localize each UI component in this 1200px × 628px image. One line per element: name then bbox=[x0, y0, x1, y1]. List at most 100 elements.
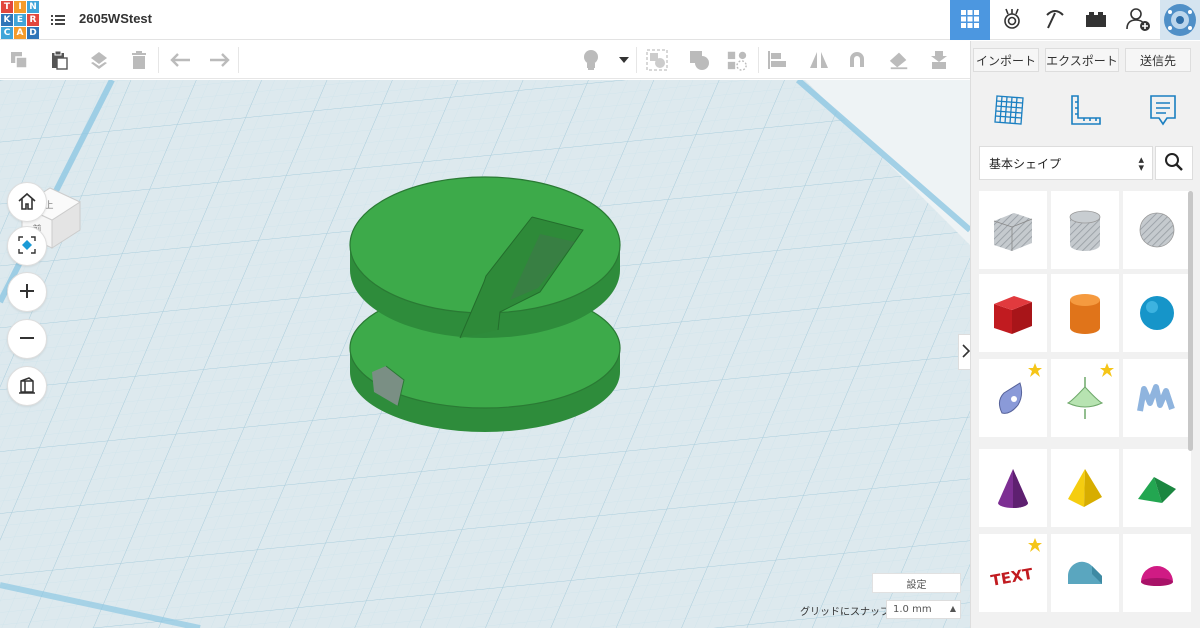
search-icon bbox=[1164, 152, 1184, 175]
logo-letter: T bbox=[1, 1, 13, 13]
drop-icon[interactable] bbox=[928, 49, 950, 71]
group-icon[interactable] bbox=[646, 49, 668, 71]
send-to-button[interactable]: 送信先 bbox=[1125, 48, 1191, 72]
panel-tabs bbox=[971, 81, 1200, 141]
duplicate-icon[interactable] bbox=[88, 49, 110, 71]
bricks-icon bbox=[1084, 9, 1108, 32]
logo-letter: A bbox=[14, 27, 26, 39]
ungroup-icon[interactable] bbox=[688, 49, 710, 71]
shape-text-squiggle[interactable] bbox=[1123, 359, 1191, 437]
redo-icon[interactable] bbox=[208, 49, 230, 71]
light-bulb-icon[interactable] bbox=[580, 49, 602, 71]
shape-category-select[interactable]: 基本シェイプ ▴ ▾ bbox=[979, 146, 1153, 180]
toolbar-divider bbox=[758, 47, 759, 73]
logo-letter: D bbox=[27, 27, 39, 39]
tab-notes[interactable] bbox=[1143, 91, 1183, 131]
featured-star-icon bbox=[1100, 363, 1114, 380]
fit-view-button[interactable] bbox=[7, 226, 47, 266]
shape-text[interactable]: TEXT bbox=[979, 534, 1047, 612]
perspective-button[interactable] bbox=[7, 366, 47, 406]
toolbar-divider bbox=[238, 47, 239, 73]
featured-star-icon bbox=[1028, 363, 1042, 380]
circuits-button[interactable] bbox=[992, 0, 1032, 40]
align-icon[interactable] bbox=[766, 49, 788, 71]
add-user-icon bbox=[1125, 6, 1151, 35]
ruler-tab-icon bbox=[1068, 92, 1104, 131]
import-button[interactable]: インポート bbox=[973, 48, 1039, 72]
home-view-button[interactable] bbox=[7, 182, 47, 222]
featured-star-icon bbox=[1028, 538, 1042, 555]
logo-letter: C bbox=[1, 27, 13, 39]
notes-tab-icon bbox=[1147, 92, 1179, 131]
shape-sphere-hole[interactable] bbox=[1123, 191, 1191, 269]
gallery-icon bbox=[1000, 7, 1024, 34]
shape-half-sphere[interactable] bbox=[1123, 534, 1191, 612]
shape-category-label: 基本シェイプ bbox=[989, 156, 1062, 171]
pickaxe-icon bbox=[1043, 7, 1067, 34]
shape-box-hole[interactable] bbox=[979, 191, 1047, 269]
select-arrows-icon: ▴ ▾ bbox=[1138, 153, 1144, 174]
snap-grid-value: 1.0 mm bbox=[893, 604, 932, 615]
logo-letter: R bbox=[27, 14, 39, 26]
zoom-out-button[interactable] bbox=[7, 319, 47, 359]
logo-letter: N bbox=[27, 1, 39, 13]
dropdown-caret-icon[interactable] bbox=[614, 49, 634, 71]
3d-design-view-button[interactable] bbox=[950, 0, 990, 40]
shape-cylinder[interactable] bbox=[1051, 274, 1119, 352]
shape-polygon-turned[interactable] bbox=[1051, 359, 1119, 437]
shape-half-cylinder[interactable] bbox=[1051, 534, 1119, 612]
shape-pyramid[interactable] bbox=[1051, 449, 1119, 527]
zoom-out-icon bbox=[18, 329, 36, 350]
shape-box[interactable] bbox=[979, 274, 1047, 352]
fit-view-icon bbox=[17, 235, 37, 258]
settings-button[interactable]: 設定 bbox=[872, 573, 961, 593]
top-bar: T I N K E R C A D 2605WStest bbox=[0, 0, 1200, 40]
spool-model[interactable] bbox=[349, 176, 621, 432]
hide-icon[interactable] bbox=[726, 49, 748, 71]
logo-letter: E bbox=[14, 14, 26, 26]
shape-roof[interactable] bbox=[1123, 449, 1191, 527]
shape-sphere[interactable] bbox=[1123, 274, 1191, 352]
home-icon bbox=[17, 191, 37, 214]
tinkercad-logo[interactable]: T I N K E R C A D bbox=[0, 0, 39, 39]
copy-icon[interactable] bbox=[8, 49, 30, 71]
svg-text:TEXT: TEXT bbox=[989, 565, 1035, 590]
workplane-viewport[interactable]: 平面 上 前 bbox=[0, 80, 970, 628]
chevron-right-icon bbox=[962, 343, 971, 361]
delete-icon[interactable] bbox=[128, 49, 150, 71]
logo-letter: I bbox=[14, 1, 26, 13]
shape-cone[interactable] bbox=[979, 449, 1047, 527]
invite-user-button[interactable] bbox=[1118, 0, 1158, 40]
grid-tab-icon bbox=[991, 92, 1027, 131]
panel-scrollbar[interactable] bbox=[1188, 191, 1193, 451]
project-title[interactable]: 2605WStest bbox=[79, 11, 152, 26]
shape-scribble[interactable] bbox=[979, 359, 1047, 437]
cruise-icon[interactable] bbox=[846, 49, 868, 71]
shape-cylinder-hole[interactable] bbox=[1051, 191, 1119, 269]
snap-grid-label: グリッドにスナップ bbox=[800, 607, 890, 618]
workplane-grid[interactable]: 平面 bbox=[0, 80, 970, 628]
shapes-panel: インポート エクスポート 送信先 基本シェイプ ▴ ▾ TEXT bbox=[970, 41, 1200, 628]
perspective-icon bbox=[17, 375, 37, 398]
grid-view-icon bbox=[960, 9, 980, 32]
tab-grid[interactable] bbox=[989, 91, 1029, 131]
export-button[interactable]: エクスポート bbox=[1045, 48, 1119, 72]
undo-icon[interactable] bbox=[170, 49, 192, 71]
zoom-in-button[interactable] bbox=[7, 272, 47, 312]
tab-ruler[interactable] bbox=[1066, 91, 1106, 131]
toolbar-divider bbox=[158, 47, 159, 73]
mirror-icon[interactable] bbox=[808, 49, 830, 71]
flip-icon[interactable] bbox=[888, 49, 910, 71]
paste-icon[interactable] bbox=[48, 49, 70, 71]
zoom-in-icon bbox=[18, 282, 36, 303]
design-list-icon[interactable] bbox=[50, 12, 66, 28]
caret-up-icon: ▲ bbox=[949, 604, 956, 613]
codeblocks-button[interactable] bbox=[1076, 0, 1116, 40]
avatar[interactable] bbox=[1160, 0, 1200, 40]
snap-grid-select[interactable]: 1.0 mm ▲ bbox=[886, 600, 961, 619]
shape-search-button[interactable] bbox=[1155, 146, 1193, 180]
minecraft-button[interactable] bbox=[1035, 0, 1075, 40]
toolbar-divider bbox=[636, 47, 637, 73]
edit-toolbar bbox=[0, 41, 970, 79]
logo-letter: K bbox=[1, 14, 13, 26]
